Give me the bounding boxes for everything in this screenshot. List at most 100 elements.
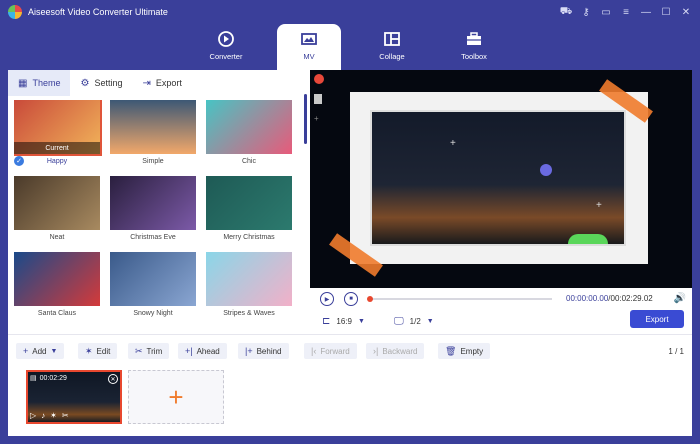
forward-button[interactable]: |‹ Forward [304, 343, 357, 359]
desktop-icons: + [314, 74, 326, 123]
nav-collage[interactable]: Collage [360, 24, 424, 70]
theme-label: Santa Claus [37, 310, 77, 317]
theme-label: Chic [241, 158, 256, 165]
nav-mv-label: MV [303, 52, 315, 61]
tab-theme-label: Theme [32, 78, 61, 88]
clip-timeline: ▤ 00:02:29 ✕ ▷ ♪ ✶ ✂ + [8, 368, 692, 436]
toolbox-icon [467, 32, 481, 45]
theme-neat[interactable]: Neat [14, 176, 100, 241]
nav-converter-label: Converter [209, 52, 243, 61]
theme-scrollbar[interactable] [304, 94, 307, 144]
desktop-app-icon [314, 74, 324, 84]
panel-tabs: ▦ Theme ⚙ Setting ⇥ Export [8, 70, 310, 96]
theme-thumbnail[interactable] [110, 252, 196, 306]
tent-shape [568, 234, 608, 244]
tab-setting[interactable]: ⚙ Setting [70, 70, 132, 96]
preview-panel: + + + ▶ ■ 00:00:00.00/00:02:29.02 🔊 ⊏ 16… [310, 70, 692, 334]
output-options: ⊏ 16:9 ▼ 🖵 1/2 ▼ Export [310, 310, 692, 334]
add-button[interactable]: + Add ▼ [16, 343, 65, 359]
play-button[interactable]: ▶ [320, 292, 334, 306]
move-forward-icon: |‹ [311, 346, 317, 356]
theme-christmas-eve[interactable]: Christmas Eve [110, 176, 196, 241]
export-button[interactable]: Export [630, 310, 684, 328]
edit-button[interactable]: ✶ Edit [78, 343, 118, 359]
behind-button[interactable]: |+ Behind [238, 343, 289, 359]
theme-label: Christmas Eve [130, 234, 176, 241]
resolution-value: 1/2 [409, 317, 421, 326]
behind-label: Behind [256, 346, 282, 356]
nav-mv[interactable]: MV [277, 24, 341, 70]
theme-snowy-night[interactable]: Snowy Night [110, 252, 196, 317]
play-icon[interactable]: ▷ [30, 411, 36, 420]
chevron-down-icon: ▼ [426, 318, 434, 325]
preview-screen: + + + [310, 70, 692, 288]
progress-bar[interactable] [367, 296, 552, 302]
mv-icon [301, 33, 317, 45]
theme-thumbnail[interactable] [14, 252, 100, 306]
monitor-icon: 🖵 [394, 316, 404, 327]
trim-button[interactable]: ✂ Trim [128, 343, 170, 359]
edit-label: Edit [96, 346, 111, 356]
current-badge: Current [14, 142, 100, 154]
edit-toolbar: + Add ▼ ✶ Edit ✂ Trim +| Ahead |+ Behind… [8, 334, 692, 368]
insert-ahead-icon: +| [185, 346, 193, 356]
progress-handle[interactable] [367, 296, 373, 302]
preview-video: + + [370, 110, 626, 246]
scissors-icon: ✂ [135, 345, 143, 356]
forward-label: Forward [320, 346, 350, 356]
theme-happy[interactable]: Current ✓ Happy [14, 100, 102, 166]
add-label: Add [32, 346, 47, 356]
backward-button[interactable]: ›| Backward [366, 343, 425, 359]
menu-icon[interactable]: ≡ [618, 4, 634, 20]
nav-converter[interactable]: Converter [194, 24, 258, 70]
ahead-label: Ahead [196, 346, 220, 356]
tab-export[interactable]: ⇥ Export [132, 70, 191, 96]
resolution-selector[interactable]: 🖵 1/2 ▼ [394, 316, 434, 327]
plus-icon: + [168, 381, 184, 412]
close-icon[interactable]: ✕ [678, 4, 694, 20]
theme-label: Happy [46, 158, 68, 165]
theme-thumbnail[interactable] [206, 176, 292, 230]
magic-wand-icon[interactable]: ✶ [50, 411, 57, 420]
nav-toolbox[interactable]: Toolbox [442, 24, 506, 70]
video-clip[interactable]: ▤ 00:02:29 ✕ ▷ ♪ ✶ ✂ [26, 370, 122, 424]
chat-icon[interactable]: ▭ [598, 4, 614, 20]
tab-export-label: Export [155, 78, 182, 88]
theme-thumbnail[interactable] [206, 100, 292, 154]
clip-remove-icon[interactable]: ✕ [108, 374, 118, 384]
add-clip-button[interactable]: + [128, 370, 224, 424]
theme-thumbnail[interactable] [110, 100, 196, 154]
theme-chic[interactable]: Chic [206, 100, 292, 165]
tab-theme[interactable]: ▦ Theme [8, 70, 71, 96]
theme-simple[interactable]: Simple [110, 100, 196, 165]
theme-label: Stripes & Waves [223, 310, 275, 317]
theme-santa-claus[interactable]: Santa Claus [14, 252, 100, 317]
cart-icon[interactable]: ⛟ [558, 4, 574, 20]
maximize-icon[interactable]: ☐ [658, 4, 674, 20]
stop-button[interactable]: ■ [344, 292, 358, 306]
theme-thumbnail[interactable] [14, 176, 100, 230]
aspect-ratio-selector[interactable]: ⊏ 16:9 ▼ [322, 316, 365, 327]
theme-thumbnail[interactable]: Current [14, 100, 102, 156]
main-nav: Converter MV Collage Toolbox [0, 24, 700, 70]
theme-thumbnail[interactable] [110, 176, 196, 230]
theme-merry-christmas[interactable]: Merry Christmas [206, 176, 292, 241]
key-icon[interactable]: ⚷ [578, 4, 594, 20]
theme-icon: ▦ [18, 77, 28, 89]
scissors-icon[interactable]: ✂ [62, 411, 69, 420]
aspect-ratio-value: 16:9 [336, 317, 352, 326]
theme-stripes-waves[interactable]: Stripes & Waves [206, 252, 292, 317]
theme-thumbnail[interactable] [206, 252, 292, 306]
minimize-icon[interactable]: — [638, 4, 654, 20]
empty-label: Empty [460, 346, 484, 356]
trim-label: Trim [146, 346, 163, 356]
audio-icon[interactable]: ♪ [41, 411, 45, 420]
clip-actions: ▷ ♪ ✶ ✂ [30, 411, 69, 420]
ahead-button[interactable]: +| Ahead [178, 343, 227, 359]
empty-button[interactable]: 🗑 Empty [438, 343, 491, 359]
theme-grid: Current ✓ Happy Simple Chic Neat Christm… [14, 100, 298, 334]
volume-icon[interactable]: 🔊 [674, 293, 686, 304]
desktop-file-icon [314, 94, 322, 104]
collage-icon [384, 32, 400, 46]
theme-label: Snowy Night [133, 310, 173, 317]
